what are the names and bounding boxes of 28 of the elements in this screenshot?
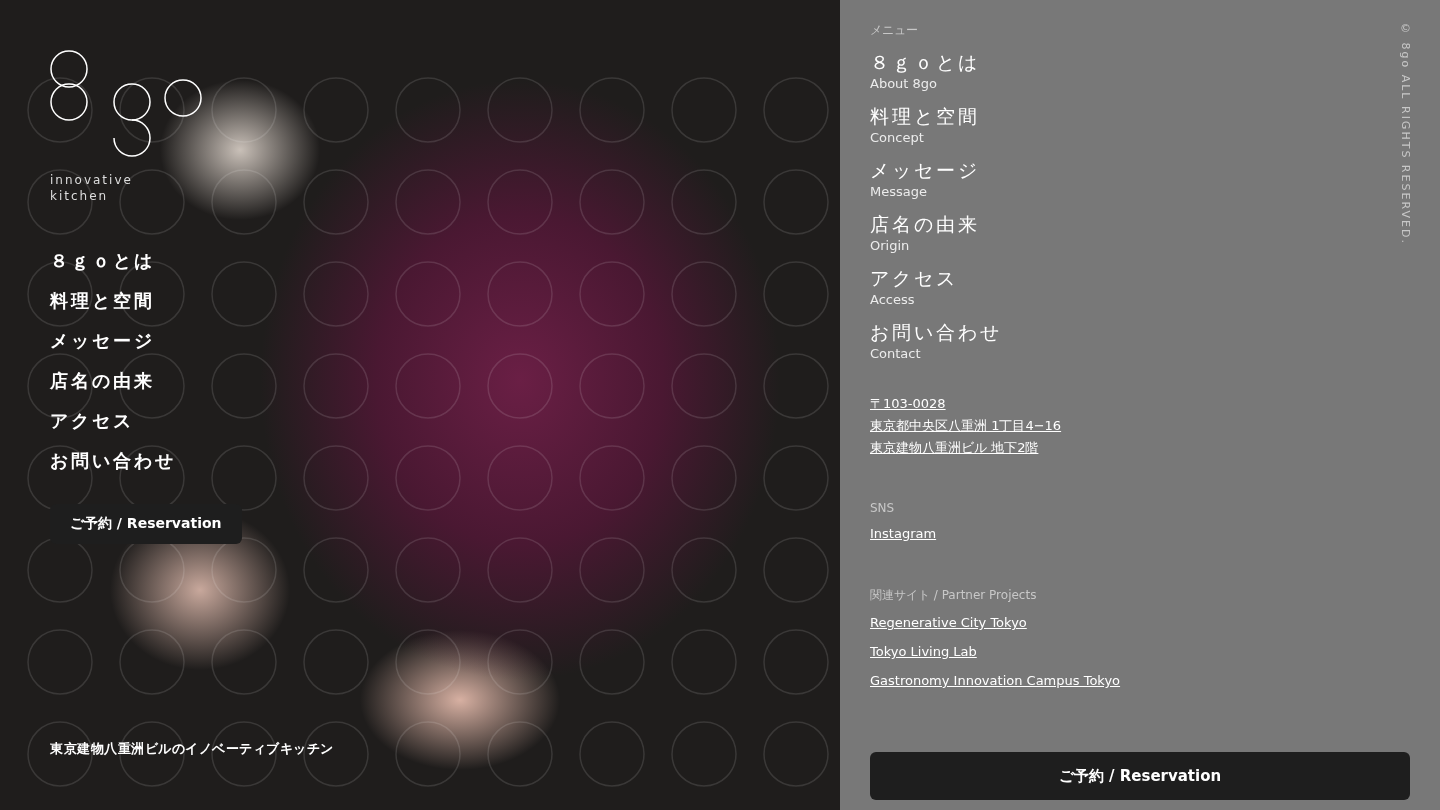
sns-heading: SNS — [870, 501, 895, 515]
address-link[interactable]: 東京都中央区八重洲 1丁目4−16 — [870, 415, 1062, 437]
partner-link[interactable]: Gastronomy Innovation Campus Tokyo — [870, 670, 1121, 692]
sns-link[interactable]: Instagram — [870, 523, 937, 545]
nav-link[interactable]: アクセス — [50, 408, 134, 434]
nav-link[interactable]: メッセージ — [50, 328, 155, 354]
address-link[interactable]: 〒103-0028 — [870, 393, 946, 415]
nav-link[interactable]: お問い合わせ — [50, 448, 176, 474]
menu-link[interactable]: アクセス Access — [870, 265, 958, 309]
logo-tagline: kitchen — [50, 188, 110, 204]
nav-link[interactable]: 店名の由来 — [50, 368, 155, 394]
logo-tagline: innovative — [50, 172, 134, 188]
nav-link[interactable]: 料理と空間 — [50, 288, 155, 314]
partners-heading: 関連サイト / Partner Projects — [870, 587, 1037, 604]
address-link[interactable]: 東京建物八重洲ビル 地下2階 — [870, 437, 1039, 459]
menu-link[interactable]: ８ｇｏとは About 8go — [870, 49, 980, 93]
reservation-button[interactable]: ご予約 / Reservation — [50, 504, 242, 544]
reservation-button[interactable]: ご予約 / Reservation — [870, 752, 1410, 800]
menu-link[interactable]: メッセージ Message — [870, 157, 980, 201]
partner-link[interactable]: Regenerative City Tokyo — [870, 612, 1027, 634]
menu-link[interactable]: お問い合わせ Contact — [870, 319, 1002, 363]
nav-link[interactable]: ８ｇｏとは — [50, 248, 155, 274]
copyright-text: © 8go ALL RIGHTS RESERVED. — [1399, 22, 1412, 245]
menu-heading: メニュー — [870, 22, 918, 39]
menu-link[interactable]: 料理と空間 Concept — [870, 103, 980, 147]
menu-link[interactable]: 店名の由来 Origin — [870, 211, 980, 255]
partner-link[interactable]: Tokyo Living Lab — [870, 641, 977, 663]
hero-tagline: 東京建物八重洲ビルのイノベーティブキッチン — [50, 740, 335, 758]
